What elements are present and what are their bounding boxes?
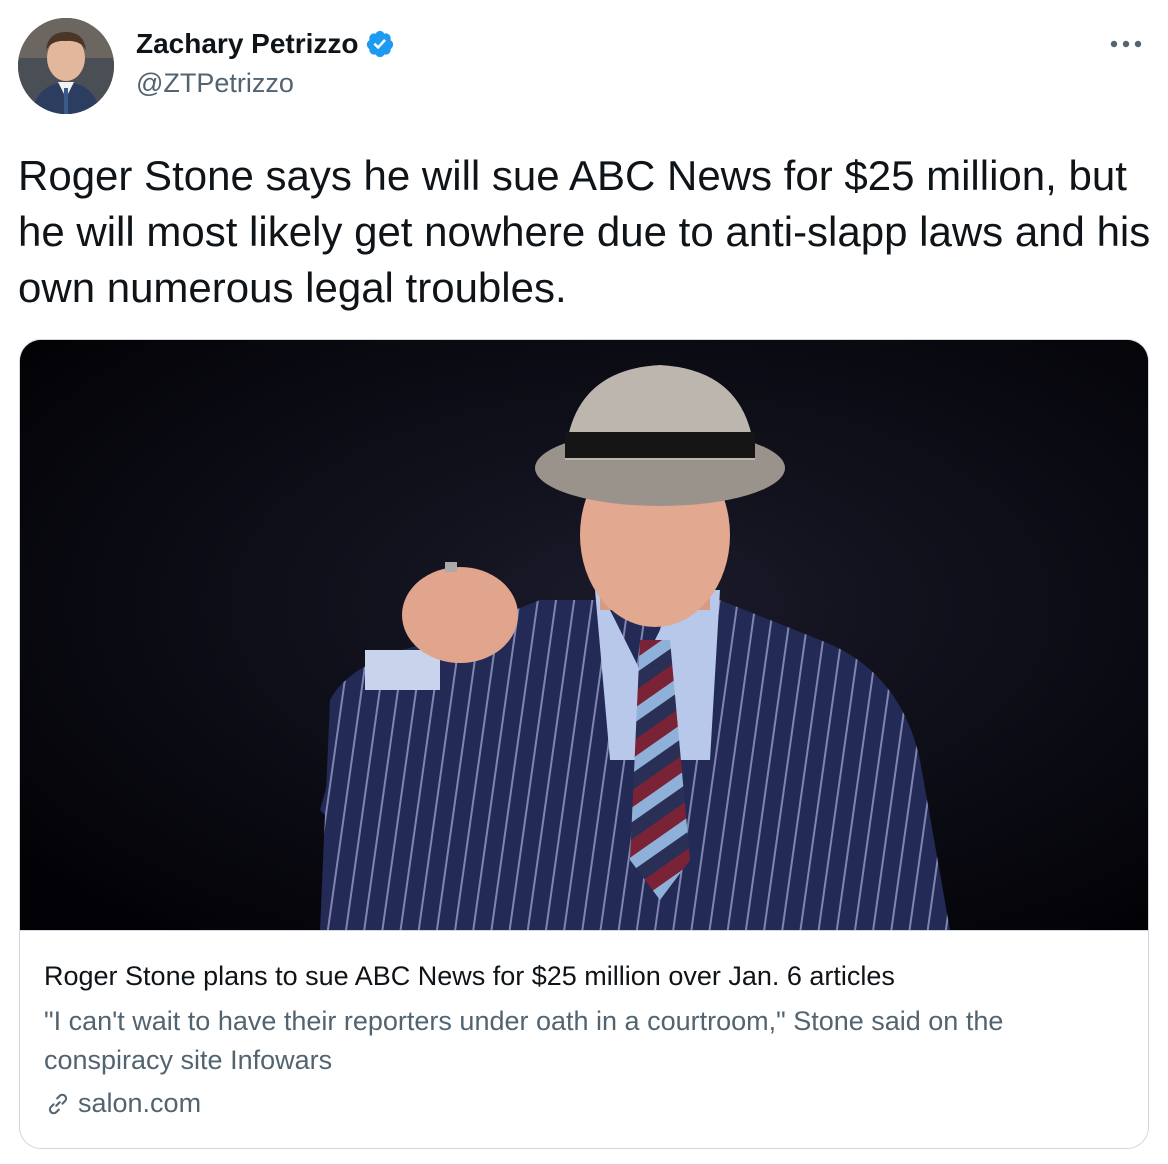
author-display-name[interactable]: Zachary Petrizzo <box>136 28 359 60</box>
card-title: Roger Stone plans to sue ABC News for $2… <box>44 961 895 991</box>
more-button[interactable] <box>1106 24 1146 64</box>
more-icon <box>1110 40 1142 48</box>
card-description: "I can't wait to have their reporters un… <box>44 1006 1004 1075</box>
author-handle[interactable]: @ZTPetrizzo <box>136 68 294 99</box>
link-icon <box>48 1093 68 1114</box>
link-card[interactable]: Roger Stone plans to sue ABC News for $2… <box>19 339 1149 1149</box>
tweet-text: Roger Stone says he will sue ABC News fo… <box>18 152 1151 311</box>
card-domain: salon.com <box>78 1088 202 1118</box>
verified-badge-icon <box>365 29 395 59</box>
avatar-image <box>18 18 114 114</box>
card-domain-row: salon.com <box>44 1088 201 1119</box>
avatar[interactable] <box>18 18 114 114</box>
card-image <box>20 340 1148 931</box>
author-name-row: Zachary Petrizzo <box>136 26 395 62</box>
